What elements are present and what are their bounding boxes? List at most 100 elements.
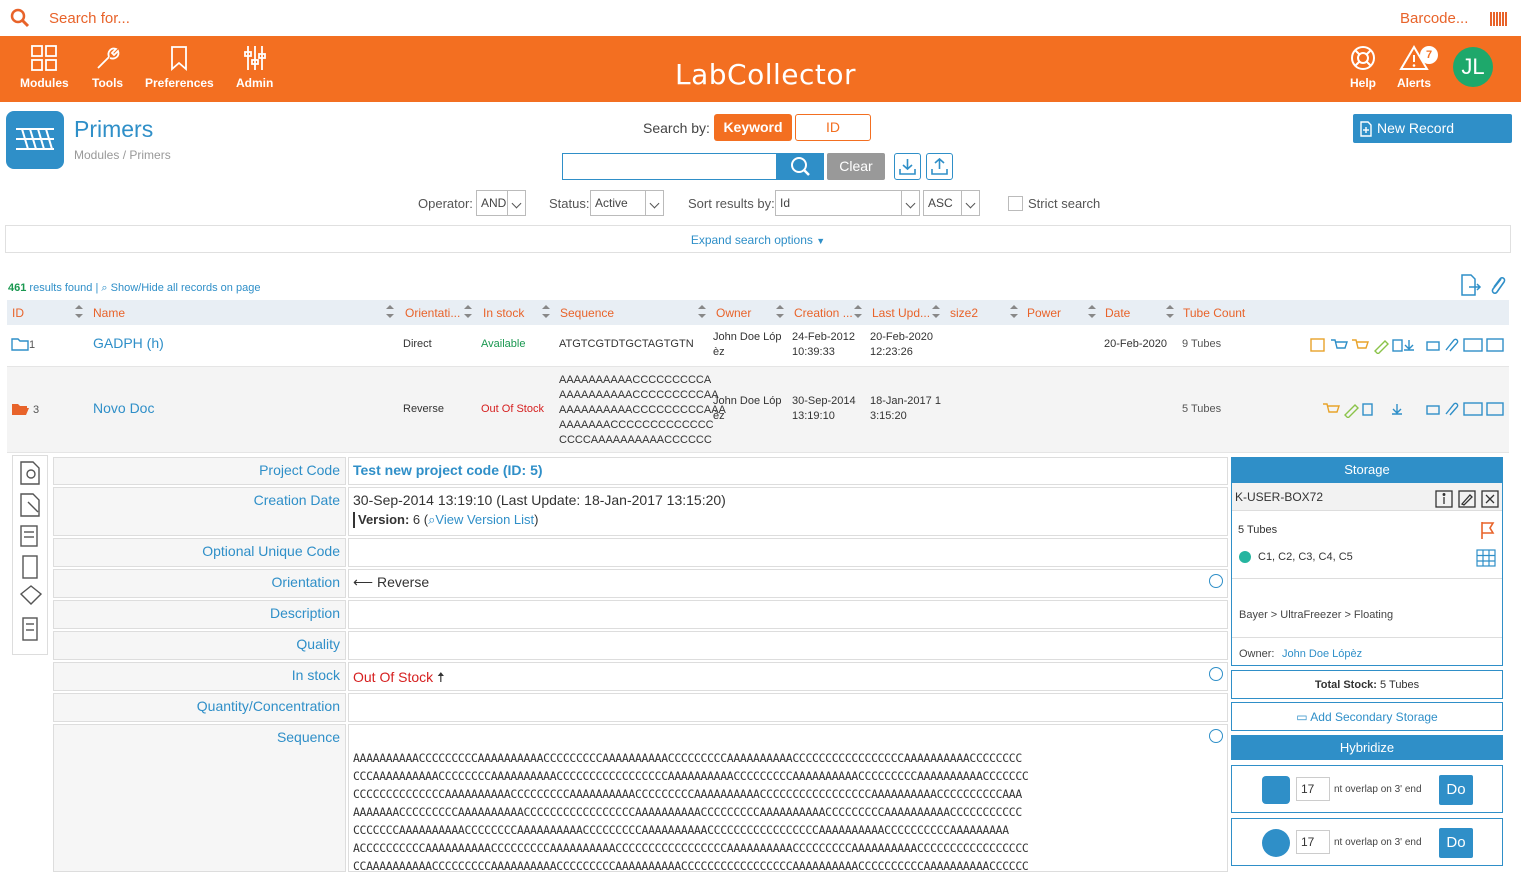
history-icon[interactable] bbox=[1209, 667, 1223, 681]
global-search-bar: Search for... Barcode... bbox=[0, 0, 1521, 36]
storage-icon: ▭ bbox=[1296, 710, 1308, 724]
row-actions-icons[interactable] bbox=[1309, 336, 1507, 354]
quality-label: Quality bbox=[53, 631, 346, 660]
side-tool-icons[interactable] bbox=[13, 456, 49, 656]
search-by-keyword-button[interactable]: Keyword bbox=[714, 114, 792, 141]
owner-link[interactable]: John Doe Lópèz bbox=[1282, 648, 1362, 660]
clear-button[interactable]: Clear bbox=[827, 153, 885, 180]
unique-code-label: Optional Unique Code bbox=[53, 538, 346, 567]
search-button[interactable] bbox=[777, 153, 824, 180]
unique-code-value bbox=[348, 538, 1228, 567]
hybridize-do-button[interactable]: Do bbox=[1439, 775, 1473, 805]
search-by-id-button[interactable]: ID bbox=[795, 114, 871, 141]
arrow-left-icon: ⟵ bbox=[353, 574, 374, 590]
user-avatar[interactable]: JL bbox=[1453, 47, 1493, 87]
sort-select[interactable]: Id bbox=[775, 190, 920, 216]
barcode-icon[interactable] bbox=[1490, 12, 1508, 26]
folder-icon[interactable] bbox=[11, 337, 29, 354]
storage-box-name[interactable]: K-USER-BOX72 bbox=[1235, 490, 1323, 504]
search-by-label: Search by: bbox=[643, 120, 710, 136]
search-icon bbox=[791, 157, 810, 176]
operator-select[interactable]: AND bbox=[476, 190, 526, 216]
quality-value bbox=[348, 631, 1228, 660]
new-document-icon bbox=[1360, 121, 1372, 137]
chevron-down-icon bbox=[901, 191, 919, 215]
status-select[interactable]: Active bbox=[590, 190, 664, 216]
folder-open-icon[interactable] bbox=[11, 402, 29, 419]
description-label: Description bbox=[53, 600, 346, 629]
expand-search-options[interactable]: Expand search options ▼ bbox=[5, 225, 1511, 253]
row-actions-icons[interactable] bbox=[1309, 400, 1507, 418]
nav-help[interactable]: Help bbox=[1349, 44, 1377, 90]
overlap-input[interactable]: 17 bbox=[1296, 777, 1330, 801]
export-icon[interactable] bbox=[1458, 273, 1482, 297]
orientation-label: Orientation bbox=[53, 569, 346, 598]
main-nav: Modules Tools Preferences Admin LabColle… bbox=[0, 36, 1521, 102]
storage-positions: C1, C2, C3, C4, C5 bbox=[1258, 551, 1353, 563]
description-value bbox=[348, 600, 1228, 629]
tube-flag-icon[interactable] bbox=[1479, 520, 1497, 540]
hybridize-row: 17 nt overlap on 3' end Do bbox=[1231, 818, 1503, 866]
strict-search-label: Strict search bbox=[1028, 196, 1101, 211]
plasmid-icon bbox=[1262, 829, 1290, 857]
search-icon[interactable] bbox=[10, 8, 30, 28]
page-title: Primers bbox=[74, 116, 154, 142]
history-icon[interactable] bbox=[1209, 574, 1223, 588]
primers-module-icon bbox=[6, 111, 64, 169]
record-name-link[interactable]: Novo Doc bbox=[93, 400, 154, 416]
global-search-input[interactable]: Search for... bbox=[49, 10, 130, 27]
caret-down-icon: ▼ bbox=[816, 236, 826, 246]
operator-label: Operator: bbox=[418, 196, 473, 211]
bookmark-icon bbox=[171, 46, 188, 71]
breadcrumb[interactable]: Modules / Primers bbox=[74, 148, 171, 162]
record-name-link[interactable]: GADPH (h) bbox=[93, 335, 164, 351]
search-input[interactable] bbox=[562, 153, 777, 180]
upload-icon bbox=[931, 157, 948, 175]
table-row[interactable]: 3 Novo Doc Reverse Out Of Stock AAAAAAAA… bbox=[7, 367, 1509, 453]
box-action-icons[interactable] bbox=[1435, 490, 1501, 508]
project-code-label: Project Code bbox=[53, 457, 346, 485]
hybridize-header: Hybridize bbox=[1231, 735, 1503, 760]
detail-side-toolbar bbox=[12, 455, 48, 655]
chevron-down-icon bbox=[507, 191, 525, 215]
orientation-value: ⟵ Reverse bbox=[348, 569, 1228, 598]
position-dot bbox=[1239, 551, 1251, 563]
upload-button[interactable] bbox=[926, 153, 953, 180]
nav-admin[interactable]: Admin bbox=[236, 44, 273, 90]
in-stock-value: Out Of Stock 🠅 bbox=[348, 662, 1228, 691]
table-header: ID Name Orientati... In stock Sequence O… bbox=[7, 300, 1509, 325]
chevron-down-icon bbox=[645, 191, 663, 215]
results-summary: 461 results found | ⌕ Show/Hide all reco… bbox=[8, 282, 261, 294]
nav-modules[interactable]: Modules bbox=[20, 44, 69, 90]
storage-header: Storage bbox=[1231, 457, 1503, 482]
total-stock: Total Stock: 5 Tubes bbox=[1231, 670, 1503, 699]
quantity-value bbox=[348, 693, 1228, 722]
view-version-list-link[interactable]: View Version List bbox=[435, 512, 534, 527]
lifebuoy-icon bbox=[1351, 46, 1375, 70]
sort-label: Sort results by: bbox=[688, 196, 775, 211]
overlap-input[interactable]: 17 bbox=[1296, 830, 1330, 854]
table-row[interactable]: 1 GADPH (h) Direct Available ATGTCGTDTGC… bbox=[7, 325, 1509, 367]
paperclip-icon[interactable] bbox=[1486, 273, 1508, 297]
add-secondary-storage-button[interactable]: ▭ Add Secondary Storage bbox=[1231, 702, 1503, 731]
download-button[interactable] bbox=[894, 153, 921, 180]
new-record-button[interactable]: New Record bbox=[1353, 114, 1512, 143]
sequence-label: Sequence bbox=[53, 724, 346, 872]
sequence-value: AAAAAAAAAACCCCCCCCCAAAAAAAAAACCCCCCCCCAA… bbox=[348, 724, 1228, 872]
order-select[interactable]: ASC bbox=[923, 190, 980, 216]
storage-tube-count: 5 Tubes bbox=[1238, 524, 1278, 536]
grid-icon[interactable] bbox=[1476, 549, 1496, 567]
quantity-label: Quantity/Concentration bbox=[53, 693, 346, 722]
show-hide-records-link[interactable]: Show/Hide all records on page bbox=[111, 282, 261, 294]
creation-date-value: 30-Sep-2014 13:19:10 (Last Update: 18-Ja… bbox=[348, 487, 1228, 536]
project-code-value[interactable]: Test new project code (ID: 5) bbox=[348, 457, 1228, 485]
barcode-search[interactable]: Barcode... bbox=[1400, 10, 1468, 27]
magnifier-icon: ⌕ bbox=[101, 282, 108, 294]
hybridize-do-button[interactable]: Do bbox=[1439, 828, 1473, 858]
download-icon bbox=[899, 159, 916, 175]
nav-preferences[interactable]: Preferences bbox=[145, 44, 214, 90]
strict-search-checkbox[interactable] bbox=[1008, 196, 1023, 211]
nav-tools[interactable]: Tools bbox=[92, 44, 123, 90]
history-icon[interactable] bbox=[1209, 729, 1223, 743]
arrow-up-icon[interactable]: 🠅 bbox=[437, 669, 445, 685]
